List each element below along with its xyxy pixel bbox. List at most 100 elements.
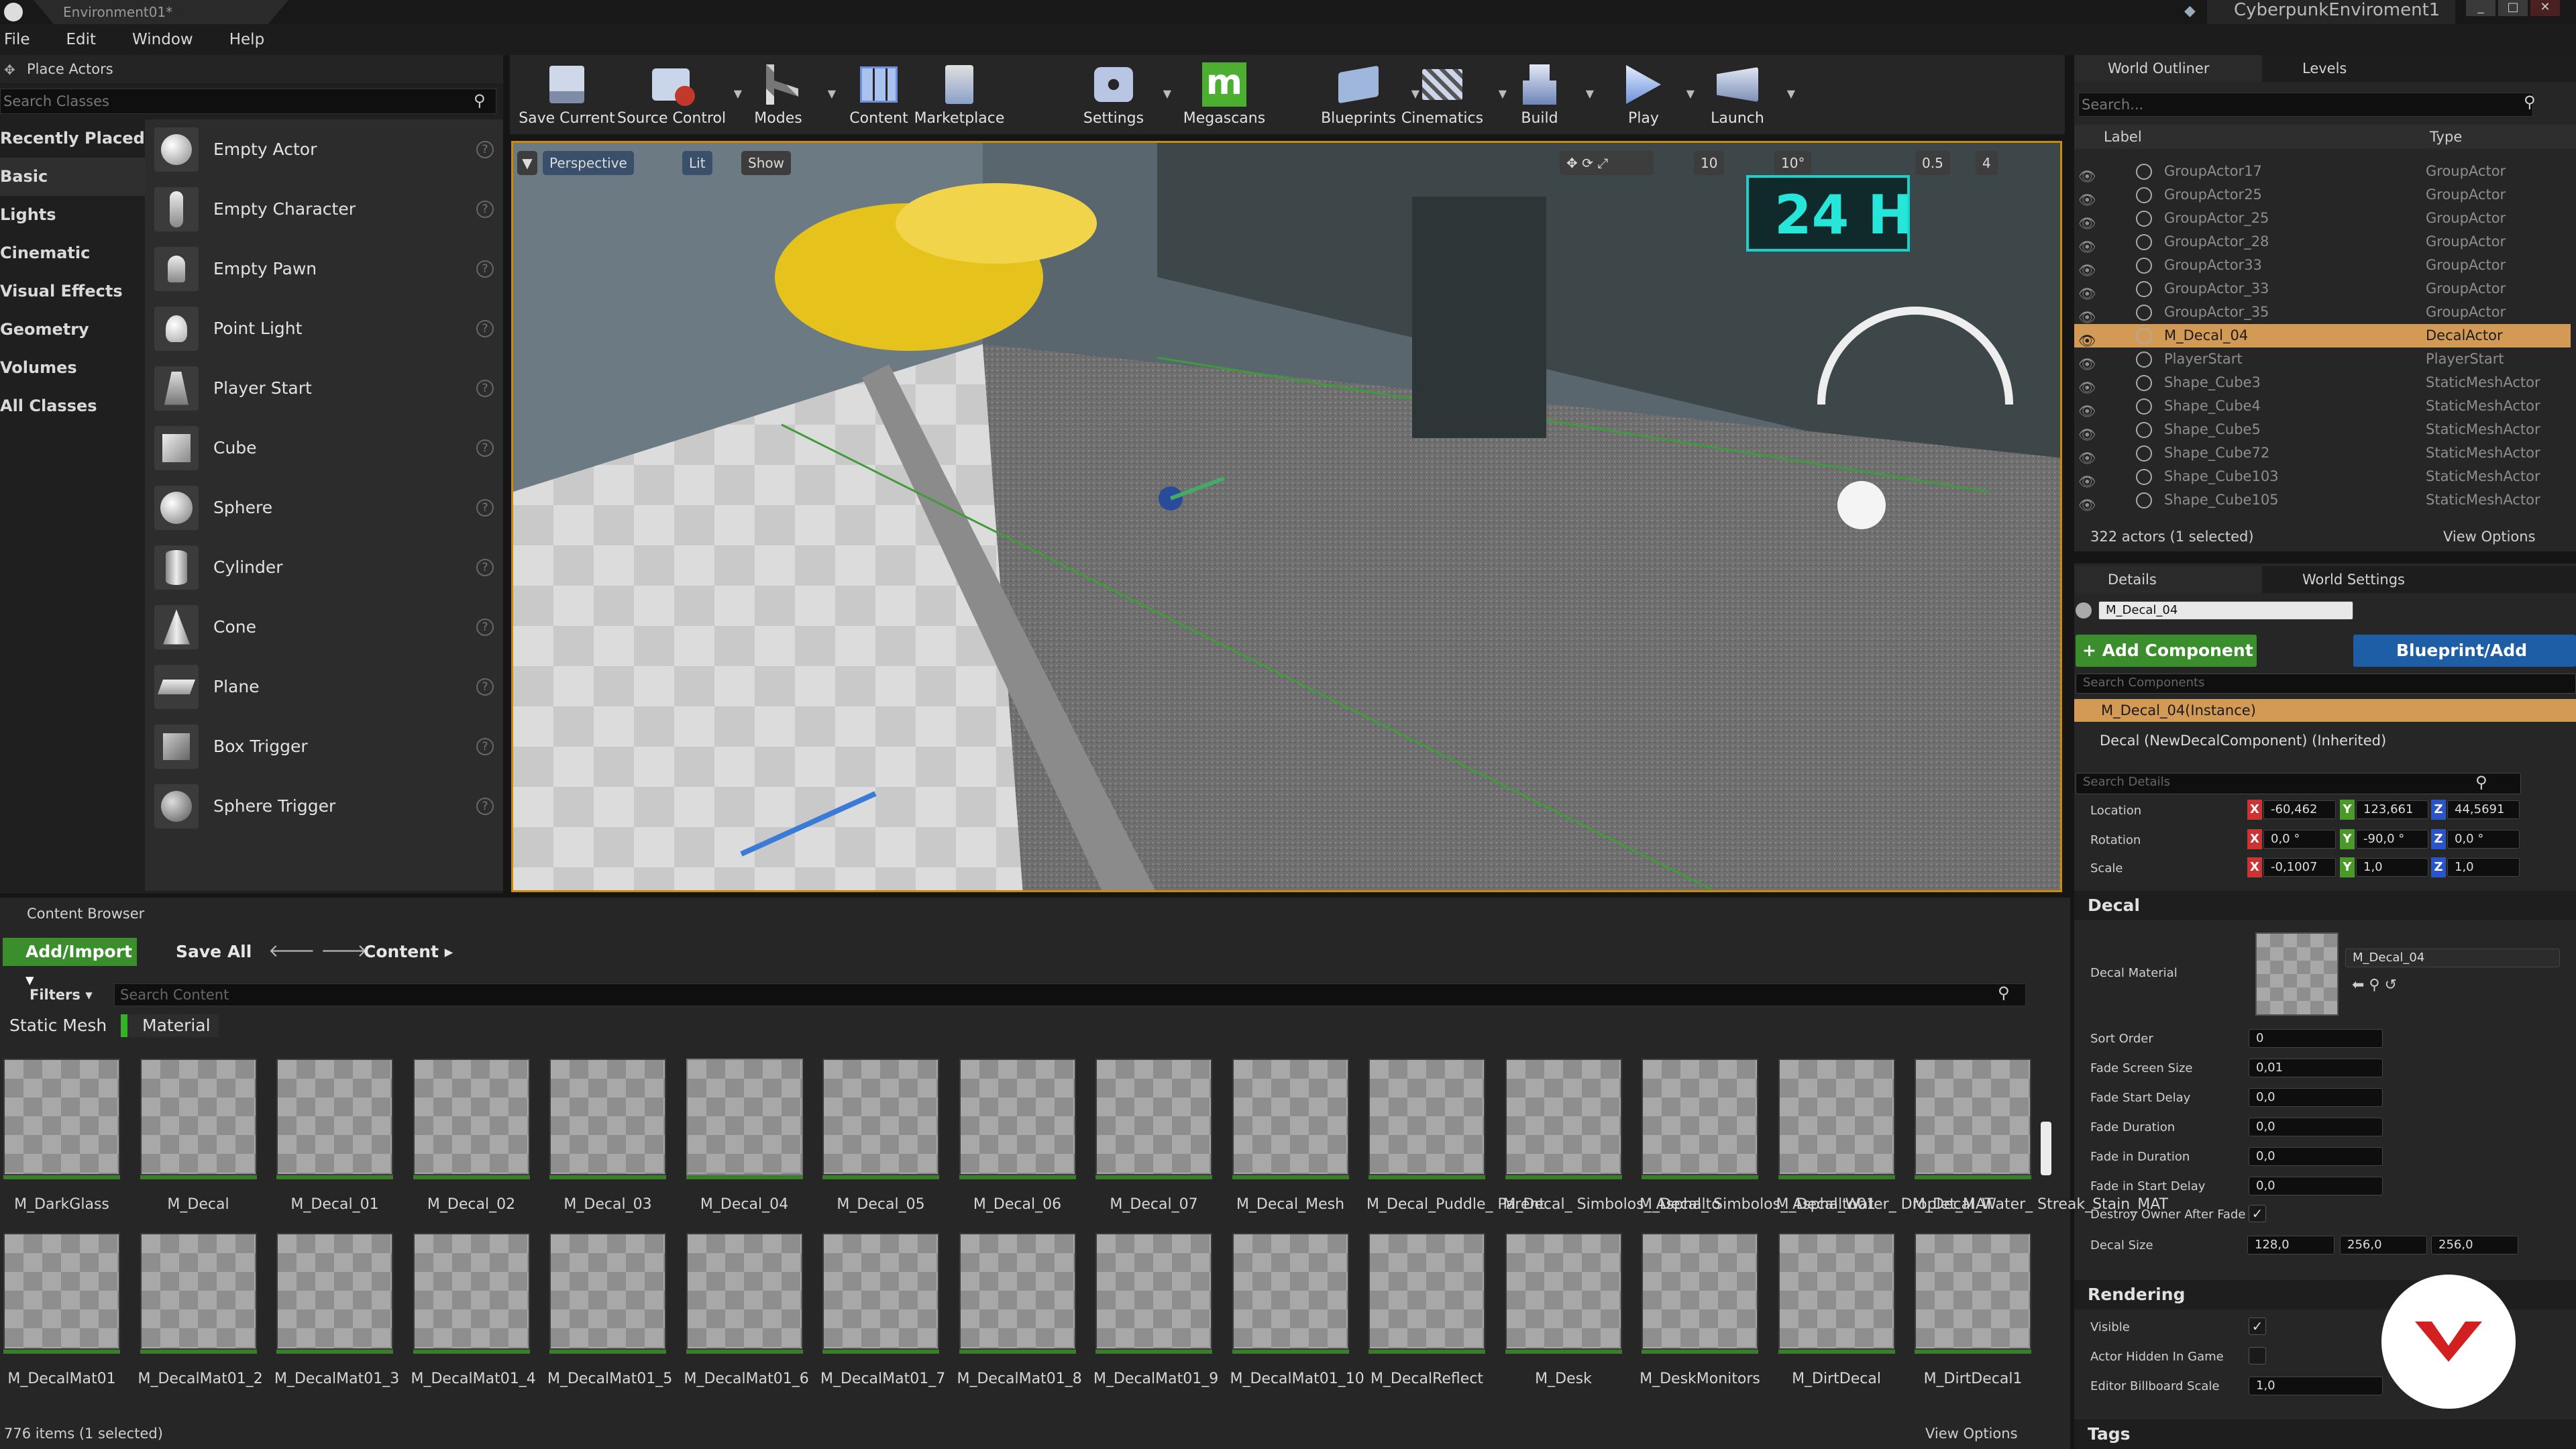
asset-tile[interactable]: M_DecalMat01_8: [957, 1233, 1082, 1387]
blueprint-add-script-button[interactable]: Blueprint/Add Script: [2353, 635, 2576, 692]
actor-item-sphere-trigger[interactable]: Sphere Trigger?: [145, 776, 503, 836]
search-content-input[interactable]: Search Content: [114, 983, 2026, 1006]
filter-material[interactable]: Material: [121, 1014, 219, 1037]
search-details-input[interactable]: Search Details: [2076, 773, 2521, 794]
view-options-button[interactable]: View Options: [2443, 523, 2536, 550]
component-instance-row[interactable]: M_Decal_04(Instance): [2074, 699, 2576, 722]
outliner-search-input[interactable]: Search...: [2078, 93, 2533, 117]
category-visual-effects[interactable]: Visual Effects: [0, 272, 145, 311]
actor-item-empty-character[interactable]: Empty Character?: [145, 179, 503, 239]
visibility-eye-icon[interactable]: 👁: [2078, 189, 2098, 208]
help-icon[interactable]: ?: [476, 737, 494, 755]
actor-item-sphere[interactable]: Sphere?: [145, 478, 503, 537]
asset-tile[interactable]: M_Decal_04: [684, 1059, 805, 1213]
actor-item-cylinder[interactable]: Cylinder?: [145, 537, 503, 597]
rotation-snap-value[interactable]: 10°: [1774, 151, 1812, 175]
play-button[interactable]: Play ▼: [1610, 55, 1695, 136]
visibility-eye-icon[interactable]: 👁: [2078, 306, 2098, 325]
outliner-row[interactable]: 👁 Shape_Cube4 StaticMeshActor: [2074, 394, 2571, 419]
menu-file[interactable]: File: [4, 31, 30, 48]
category-volumes[interactable]: Volumes: [0, 349, 145, 387]
asset-tile[interactable]: M_Desk: [1503, 1233, 1624, 1387]
help-icon[interactable]: ?: [476, 200, 494, 218]
place-actors-tab[interactable]: Place Actors: [0, 55, 503, 83]
column-label[interactable]: Label: [2104, 129, 2142, 145]
tab-world-settings[interactable]: World Settings: [2269, 566, 2443, 593]
visibility-eye-icon[interactable]: 👁: [2078, 329, 2098, 349]
asset-tile[interactable]: M_DecalReflect: [1366, 1233, 1487, 1387]
help-icon[interactable]: ?: [476, 319, 494, 337]
asset-tile[interactable]: M_Decal: [138, 1059, 259, 1213]
asset-tile[interactable]: M_Decal_Water_ Droplet_MAT: [1776, 1059, 1994, 1213]
search-icon[interactable]: ⚲: [2524, 93, 2536, 111]
actor-item-player-start[interactable]: Player Start?: [145, 358, 503, 418]
decal-size-z-input[interactable]: 256,0: [2431, 1236, 2518, 1254]
prop-value-input[interactable]: 0,0: [2249, 1088, 2383, 1107]
actor-item-box-trigger[interactable]: Box Trigger?: [145, 716, 503, 776]
visibility-eye-icon[interactable]: 👁: [2078, 282, 2098, 302]
viewport-options-button[interactable]: ▼: [517, 151, 537, 175]
asset-tile[interactable]: M_DarkGlass: [1, 1059, 122, 1213]
category-basic[interactable]: Basic: [0, 158, 145, 196]
rotation-z-input[interactable]: 0,0 °: [2447, 830, 2520, 849]
search-classes-input[interactable]: Search Classes: [0, 89, 496, 114]
visibility-eye-icon[interactable]: 👁: [2078, 353, 2098, 372]
search-icon[interactable]: ⚲: [1998, 983, 2010, 1002]
decal-material-dropdown[interactable]: M_Decal_04: [2345, 949, 2560, 967]
add-import-button[interactable]: Add/Import ▾: [3, 938, 137, 989]
help-icon[interactable]: ?: [476, 260, 494, 278]
outliner-row[interactable]: 👁 Shape_Cube105 StaticMeshActor: [2074, 488, 2571, 513]
asset-tile[interactable]: M_Decal_ Simbolos_ Asphalto01: [1640, 1059, 1876, 1213]
outliner-row[interactable]: 👁 GroupActor_25 GroupActor: [2074, 207, 2571, 231]
outliner-row[interactable]: 👁 GroupActor17 GroupActor: [2074, 160, 2571, 184]
asset-tile[interactable]: M_Decal_Puddle_ Parent: [1366, 1059, 1545, 1213]
category-geometry[interactable]: Geometry: [0, 311, 145, 349]
outliner-row[interactable]: 👁 Shape_Cube103 StaticMeshActor: [2074, 465, 2571, 490]
outliner-row[interactable]: 👁 GroupActor25 GroupActor: [2074, 183, 2571, 208]
view-options-button[interactable]: View Options: [1925, 1418, 2018, 1449]
help-icon[interactable]: ?: [476, 498, 494, 517]
asset-tile[interactable]: M_Decal_07: [1093, 1059, 1214, 1213]
asset-tile[interactable]: M_DecalMat01_6: [684, 1233, 809, 1387]
location-z-input[interactable]: 44,5691: [2447, 800, 2520, 819]
hidden-in-game-checkbox[interactable]: [2249, 1347, 2266, 1364]
asset-tile[interactable]: M_DeskMonitors: [1640, 1233, 1760, 1387]
decal-material-thumbnail[interactable]: [2255, 932, 2339, 1016]
asset-tile[interactable]: M_Decal_01: [274, 1059, 395, 1213]
launch-button[interactable]: Launch ▼: [1697, 55, 1795, 136]
help-icon[interactable]: ?: [476, 439, 494, 457]
scale-snap-value[interactable]: 0.5: [1915, 151, 1950, 175]
content-button[interactable]: Content: [845, 55, 912, 136]
modes-button[interactable]: Modes ▼: [738, 55, 836, 136]
help-icon[interactable]: ?: [476, 379, 494, 397]
decal-component-row[interactable]: Decal (NewDecalComponent) (Inherited): [2100, 733, 2386, 749]
actor-item-cube[interactable]: Cube?: [145, 418, 503, 478]
visibility-eye-icon[interactable]: 👁: [2078, 235, 2098, 255]
scale-y-input[interactable]: 1,0: [2356, 858, 2428, 877]
category-lights[interactable]: Lights: [0, 196, 145, 234]
location-y-input[interactable]: 123,661: [2356, 800, 2428, 819]
minimize-button[interactable]: _: [2466, 0, 2496, 16]
tab-details[interactable]: Details: [2074, 566, 2262, 593]
source-control-button[interactable]: Source Control ▼: [617, 55, 742, 136]
outliner-row[interactable]: 👁 M_Decal_04 DecalActor: [2074, 324, 2571, 349]
asset-tile[interactable]: M_DecalMat01_4: [411, 1233, 536, 1387]
help-icon[interactable]: ?: [476, 618, 494, 636]
actor-name-input[interactable]: M_Decal_04: [2098, 601, 2353, 620]
visibility-eye-icon[interactable]: 👁: [2078, 447, 2098, 466]
filter-static-mesh[interactable]: Static Mesh: [4, 1014, 113, 1037]
visibility-eye-icon[interactable]: 👁: [2078, 423, 2098, 443]
menu-edit[interactable]: Edit: [66, 31, 97, 48]
asset-tile[interactable]: M_Decal_06: [957, 1059, 1078, 1213]
actor-item-empty-pawn[interactable]: Empty Pawn?: [145, 239, 503, 299]
category-cinematic[interactable]: Cinematic: [0, 234, 145, 272]
help-icon[interactable]: ?: [476, 140, 494, 158]
visibility-eye-icon[interactable]: 👁: [2078, 470, 2098, 490]
scale-z-input[interactable]: 1,0: [2447, 858, 2520, 877]
transform-tools[interactable]: ✥ ⟳ ⤢: [1560, 151, 1654, 175]
megascans-button[interactable]: m Megascans: [1181, 55, 1268, 136]
search-components-input[interactable]: Search Components: [2076, 674, 2576, 694]
visibility-eye-icon[interactable]: 👁: [2078, 376, 2098, 396]
asset-tile[interactable]: M_Decal_02: [411, 1059, 532, 1213]
scale-x-input[interactable]: -0,1007: [2263, 858, 2336, 877]
